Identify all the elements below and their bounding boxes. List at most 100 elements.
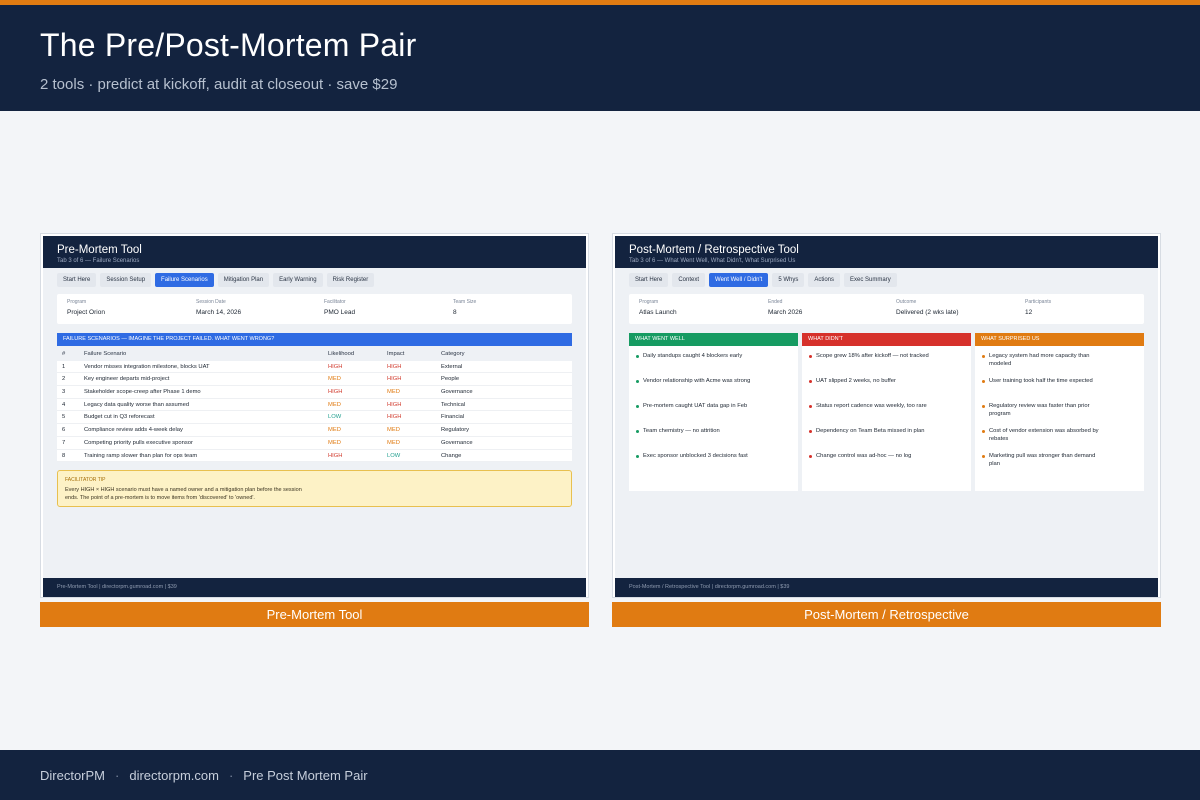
info-value: PMO Lead (324, 309, 356, 316)
failure-scenario: Key engineer departs mid-project (84, 376, 170, 383)
bullet-icon (982, 455, 985, 458)
retro-item: Team chemistry — no attrition (636, 428, 756, 436)
retro-column: WHAT DIDN'T Scope grew 18% after kickoff … (802, 333, 971, 491)
info-value: Atlas Launch (639, 309, 677, 316)
table-row: 1 Vendor misses integration milestone, bl… (57, 360, 572, 374)
tab-early-warning[interactable]: Early Warning (273, 273, 323, 287)
info-label: Team Size (453, 299, 477, 305)
bullet-icon (982, 355, 985, 358)
info-ended: Ended March 2026 (768, 299, 802, 316)
bullet-icon (982, 430, 985, 433)
category: Governance (441, 439, 473, 446)
tab-actions[interactable]: Actions (808, 273, 841, 287)
failure-scenario: Stakeholder scope-creep after Phase 1 de… (84, 389, 201, 396)
likelihood-rating: HIGH (328, 452, 343, 459)
premortem-caption[interactable]: Pre-Mortem Tool (40, 602, 589, 627)
tab-exec-summary[interactable]: Exec Summary (844, 273, 897, 287)
info-participants: Participants 12 (1025, 299, 1051, 316)
tab-start-here[interactable]: Start Here (57, 273, 97, 287)
postmortem-caption[interactable]: Post-Mortem / Retrospective (612, 602, 1161, 627)
bullet-icon (809, 405, 812, 408)
failure-scenario: Vendor misses integration milestone, blo… (84, 363, 210, 370)
postmortem-card[interactable]: Post-Mortem / Retrospective Tool Tab 3 o… (612, 233, 1161, 598)
row-number: 4 (62, 401, 66, 408)
impact-rating: HIGH (387, 401, 402, 408)
retro-item-text: UAT slipped 2 weeks, no buffer (816, 378, 896, 384)
retro-item-text: Legacy system had more capacity than mod… (989, 353, 1090, 367)
category: Governance (441, 389, 473, 396)
info-value: 12 (1025, 309, 1033, 316)
impact-rating: MED (387, 427, 400, 434)
postmortem-screenshot: Post-Mortem / Retrospective Tool Tab 3 o… (615, 236, 1158, 597)
premortem-card[interactable]: Pre-Mortem Tool Tab 3 of 6 — Failure Sce… (40, 233, 589, 598)
info-outcome: Outcome Delivered (2 wks late) (896, 299, 959, 316)
info-team-size: Team Size 8 (453, 299, 476, 316)
failure-scenarios-section-title: FAILURE SCENARIOS — IMAGINE THE PROJECT … (57, 333, 572, 346)
likelihood-rating: MED (328, 427, 341, 434)
page-footer: DirectorPM · directorpm.com · Pre Post Morte… (0, 750, 1200, 800)
footer-site-link[interactable]: directorpm.com (129, 768, 219, 783)
bullet-icon (636, 380, 639, 383)
info-label: Program (639, 299, 659, 305)
premortem-tool-footer: Pre-Mortem Tool | directorpm.gumroad.com… (43, 578, 586, 597)
table-row: 2 Key engineer departs mid-project MED HIGH… (57, 373, 572, 387)
retro-column: WHAT WENT WELL Daily standups caught 4 bl… (629, 333, 798, 491)
row-number: 8 (62, 452, 66, 459)
tab-risk-register[interactable]: Risk Register (326, 273, 375, 287)
footer-breadcrumb: DirectorPM · directorpm.com · Pre Post Morte… (40, 768, 368, 783)
info-label: Facilitator (324, 299, 346, 305)
category: Regulatory (441, 427, 470, 434)
info-value: March 2026 (768, 309, 803, 316)
table-header-row: # Failure Scenario Likelihood Impact Cat… (57, 348, 572, 361)
row-number: 6 (62, 427, 66, 434)
likelihood-rating: MED (328, 401, 341, 408)
column-header-impact: Impact (387, 351, 405, 357)
page-subtitle: 2 tools · predict at kickoff, audit at c… (40, 76, 398, 93)
info-label: Session Date (196, 299, 226, 305)
bullet-icon (636, 355, 639, 358)
impact-rating: MED (387, 389, 400, 396)
failure-scenario: Legacy data quality worse than assumed (84, 401, 190, 408)
retro-item-text: Change control was ad-hoc — no log (816, 453, 912, 459)
table-row: 7 Competing priority pulls executive spon… (57, 436, 572, 450)
page-title: The Pre/Post-Mortem Pair (40, 27, 417, 63)
info-value: 8 (453, 309, 457, 316)
tab-mitigation-plan[interactable]: Mitigation Plan (217, 273, 270, 287)
failure-scenarios-table: # Failure Scenario Likelihood Impact Cat… (57, 348, 572, 463)
table-row: 4 Legacy data quality worse than assumed M… (57, 398, 572, 412)
retro-item-text: Regulatory review was faster than prior … (989, 403, 1090, 417)
bullet-icon (809, 455, 812, 458)
bullet-icon (809, 380, 812, 383)
impact-rating: HIGH (387, 376, 402, 383)
tab-5-whys[interactable]: 5 Whys (772, 273, 805, 287)
impact-rating: MED (387, 439, 400, 446)
tab-start-here[interactable]: Start Here (629, 273, 669, 287)
info-label: Ended (768, 299, 783, 305)
retro-item-text: Cost of vendor extension was absorbed by… (989, 428, 1099, 442)
retro-item: Cost of vendor extension was absorbed by… (982, 428, 1102, 443)
facilitator-tip-label: FACILITATOR TIP (65, 477, 106, 483)
row-number: 1 (62, 363, 66, 370)
bullet-icon (982, 380, 985, 383)
retro-item: Legacy system had more capacity than mod… (982, 353, 1102, 368)
tab-session-setup[interactable]: Session Setup (100, 273, 152, 287)
retro-item-text: Dependency on Team Beta missed in plan (816, 428, 925, 434)
info-value: March 14, 2026 (196, 309, 242, 316)
tab-failure-scenarios[interactable]: Failure Scenarios (155, 273, 214, 287)
likelihood-rating: LOW (328, 414, 342, 421)
info-value: Delivered (2 wks late) (896, 309, 959, 316)
footer-separator: · (228, 768, 234, 783)
table-row: 5 Budget cut in Q3 reforecast LOW HIGH Finan… (57, 411, 572, 425)
retro-item: Dependency on Team Beta missed in plan (809, 428, 929, 436)
retro-item-text: Marketing pull was stronger than demand … (989, 453, 1096, 467)
row-number: 7 (62, 439, 66, 446)
tab-went-well-didnt[interactable]: Went Well / Didn't (709, 273, 769, 287)
footer-brand[interactable]: DirectorPM (40, 768, 105, 783)
tab-context[interactable]: Context (672, 273, 706, 287)
likelihood-rating: HIGH (328, 389, 343, 396)
bullet-icon (636, 405, 639, 408)
table-row: 3 Stakeholder scope-creep after Phase 1 d… (57, 386, 572, 399)
failure-scenario: Training ramp slower than plan for ops t… (84, 452, 198, 459)
column-header-scenario: Failure Scenario (84, 351, 127, 357)
info-label: Participants (1025, 299, 1052, 305)
